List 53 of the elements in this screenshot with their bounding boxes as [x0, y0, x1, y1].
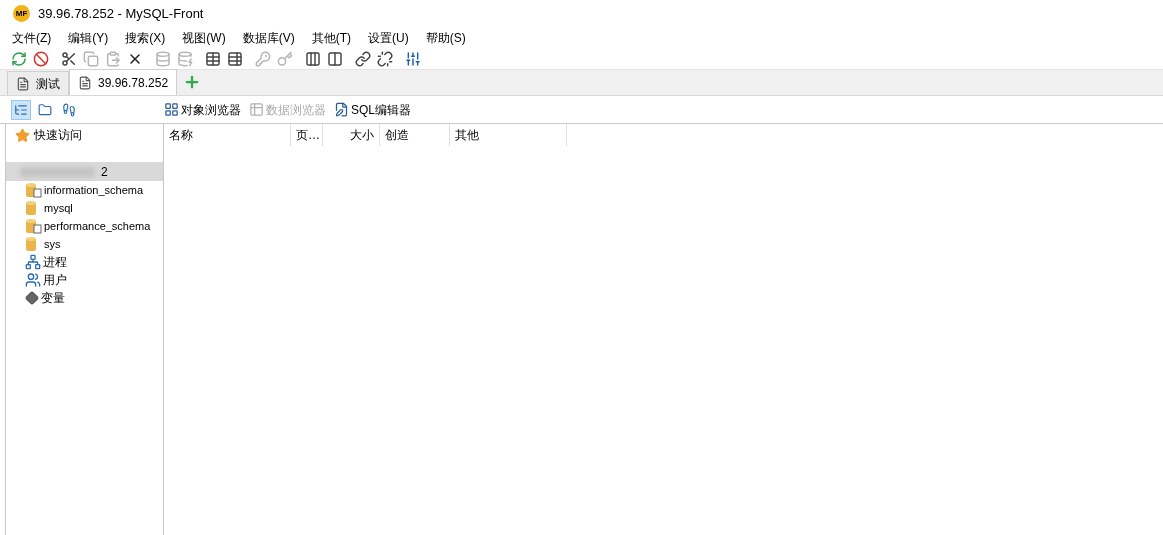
tree-item[interactable]: 进程 — [43, 253, 67, 271]
tree-item[interactable]: 用户 — [43, 271, 67, 289]
table-icon — [249, 102, 264, 117]
menu-item[interactable]: 数据库(V) — [240, 28, 297, 47]
view-button[interactable]: 对象浏览器 — [164, 100, 241, 119]
database-document-icon — [25, 182, 42, 198]
stop-icon[interactable] — [32, 49, 50, 68]
refresh-icon[interactable] — [10, 49, 28, 68]
tree-item[interactable]: 快速访问 — [34, 126, 82, 144]
column-header[interactable]: 创造 — [380, 124, 450, 146]
column-header[interactable]: 大小 — [323, 124, 380, 146]
menu-item[interactable]: 其他(T) — [309, 28, 353, 47]
app-logo: MF — [13, 5, 30, 22]
table-icon[interactable] — [226, 49, 244, 68]
database-icon — [25, 200, 37, 216]
columns-icon[interactable] — [326, 49, 344, 68]
menu-item[interactable]: 文件(Z) — [10, 28, 54, 47]
menu-item[interactable]: 搜索(X) — [123, 28, 168, 47]
tree-item[interactable]: 变量 — [41, 289, 65, 307]
link-icon[interactable] — [376, 49, 394, 68]
cut-icon[interactable] — [60, 49, 78, 68]
menu-item[interactable]: 编辑(Y) — [66, 28, 111, 47]
tree-item[interactable]: information_schema — [44, 181, 144, 199]
column-header[interactable]: 其他 — [450, 124, 567, 146]
tab[interactable]: 测试 — [7, 71, 69, 95]
server-label: 2 — [101, 163, 108, 181]
columns-icon[interactable] — [304, 49, 322, 68]
menu-item[interactable]: 帮助(S) — [423, 28, 468, 47]
server-node[interactable]: 2 — [6, 162, 163, 181]
database-icon — [25, 236, 37, 252]
network-icon — [25, 254, 41, 270]
tree-item[interactable]: performance_schema — [44, 217, 151, 235]
menu-item[interactable]: 视图(W) — [180, 28, 228, 47]
tab[interactable]: 39.96.78.252 — [69, 69, 178, 95]
document-icon — [16, 76, 30, 91]
database-document-icon — [25, 218, 42, 234]
table-icon[interactable] — [204, 49, 222, 68]
link-icon[interactable] — [354, 49, 372, 68]
diamond-icon — [25, 291, 39, 305]
column-header[interactable]: 页… — [291, 124, 323, 146]
tree-item[interactable]: mysql — [44, 199, 73, 217]
objects-icon — [164, 102, 179, 117]
edit-icon — [334, 102, 349, 117]
window-title: 39.96.78.252 - MySQL-Front — [38, 4, 204, 23]
document-icon — [78, 75, 92, 90]
view-button[interactable]: SQL编辑器 — [334, 100, 411, 119]
sliders-icon[interactable] — [404, 49, 422, 68]
tree-item[interactable]: sys — [44, 235, 61, 253]
tree-icon[interactable] — [11, 99, 31, 120]
users-icon — [25, 272, 41, 288]
column-header[interactable]: 名称 — [164, 124, 291, 146]
menu-item[interactable]: 设置(U) — [366, 28, 411, 47]
star-icon — [15, 127, 30, 143]
